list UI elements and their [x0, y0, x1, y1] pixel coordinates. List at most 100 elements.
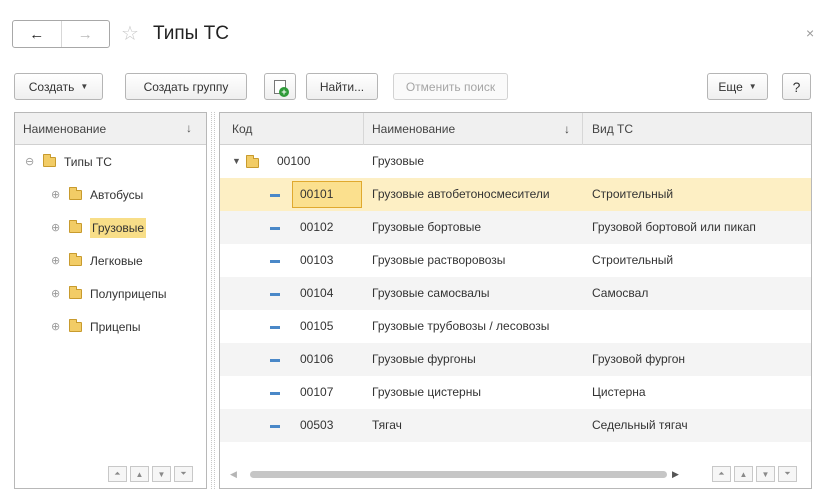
tree-header-label: Наименование — [23, 121, 107, 136]
expand-icon[interactable]: ⊕ — [51, 221, 65, 234]
chevron-down-icon: ▼ — [748, 82, 757, 91]
tree-item-semitrailers[interactable]: ⊕ Полуприцепы — [15, 277, 206, 310]
more-button[interactable]: Еще ▼ — [707, 73, 768, 100]
collapse-icon[interactable]: ⊖ — [25, 155, 39, 168]
item-icon — [270, 293, 280, 296]
expand-down-icon[interactable]: ▼ — [232, 156, 241, 166]
scroll-top-icon[interactable]: ⏶ — [712, 466, 731, 482]
create-button-label: Создать — [28, 79, 75, 94]
scroll-down-icon[interactable]: ▼ — [152, 466, 171, 482]
table-scroll-buttons: ⏶ ▲ ▼ ⏷ — [712, 466, 797, 482]
help-button[interactable]: ? — [782, 73, 811, 100]
horizontal-scrollbar[interactable] — [250, 471, 667, 478]
row-code: 00106 — [300, 352, 334, 366]
expand-icon[interactable]: ⊕ — [51, 188, 65, 201]
scroll-bottom-icon[interactable]: ⏷ — [778, 466, 797, 482]
item-icon — [270, 359, 280, 362]
chevron-down-icon: ▼ — [80, 82, 89, 91]
table-row[interactable]: 00103 Грузовые растворовозы Строительный — [220, 244, 811, 277]
row-name: Грузовые автобетоносмесители — [372, 187, 550, 201]
table-row[interactable]: 00102 Грузовые бортовые Грузовой бортово… — [220, 211, 811, 244]
scroll-bottom-icon[interactable]: ⏷ — [174, 466, 193, 482]
panel-splitter[interactable] — [211, 112, 215, 489]
row-kind: Грузовой фургон — [592, 352, 686, 366]
document-add-icon: + — [274, 79, 289, 97]
tree-item-cars[interactable]: ⊕ Легковые — [15, 244, 206, 277]
item-icon — [270, 227, 280, 230]
more-button-label: Еще — [718, 79, 743, 94]
item-icon — [270, 326, 280, 329]
sort-down-icon: ↓ — [564, 122, 570, 136]
row-name: Грузовые самосвалы — [372, 286, 490, 300]
table-row[interactable]: 00104 Грузовые самосвалы Самосвал — [220, 277, 811, 310]
cancel-search-button[interactable]: Отменить поиск — [393, 73, 508, 100]
folder-icon — [246, 155, 259, 168]
find-button[interactable]: Найти... — [306, 73, 378, 100]
back-arrow-icon[interactable]: ← — [13, 21, 62, 47]
item-icon — [270, 194, 280, 197]
tree-item-trucks[interactable]: ⊕ Грузовые — [15, 211, 206, 244]
expand-icon[interactable]: ⊕ — [51, 254, 65, 267]
create-group-button[interactable]: Создать группу — [125, 73, 247, 100]
column-header-code[interactable]: Код — [232, 122, 252, 136]
table-row[interactable]: 00105 Грузовые трубовозы / лесовозы — [220, 310, 811, 343]
table-row[interactable]: 00101 Грузовые автобетоносмесители Строи… — [220, 178, 811, 211]
sort-down-icon: ↓ — [186, 121, 192, 135]
tree-item-buses[interactable]: ⊕ Автобусы — [15, 178, 206, 211]
folder-icon — [69, 219, 82, 233]
tree-root-label: Типы ТС — [64, 154, 112, 169]
add-copy-button[interactable]: + — [264, 73, 296, 100]
forward-arrow-icon[interactable]: → — [62, 21, 110, 47]
row-kind: Грузовой бортовой или пикап — [592, 220, 756, 234]
tree-scroll-buttons: ⏶ ▲ ▼ ⏷ — [108, 466, 193, 482]
column-header-name[interactable]: Наименование — [372, 122, 455, 136]
tree-item-label: Автобусы — [90, 187, 144, 202]
scroll-right-icon[interactable]: ▶ — [672, 469, 679, 480]
scroll-left-icon[interactable]: ◀ — [230, 469, 237, 480]
table-group-row[interactable]: ▼ 00100 Грузовые — [220, 145, 811, 178]
expand-icon[interactable]: ⊕ — [51, 320, 65, 333]
row-kind: Строительный — [592, 187, 674, 201]
item-icon — [270, 392, 280, 395]
window: ← → ☆ Типы ТС × Создать ▼ Создать группу… — [0, 0, 818, 495]
create-button[interactable]: Создать ▼ — [14, 73, 103, 100]
page-title: Типы ТС — [153, 23, 229, 44]
table-row[interactable]: 00107 Грузовые цистерны Цистерна — [220, 376, 811, 409]
tree-root[interactable]: ⊖ Типы ТС — [15, 145, 206, 178]
row-name: Грузовые фургоны — [372, 352, 476, 366]
folder-icon — [69, 285, 82, 299]
tree-item-label: Прицепы — [90, 319, 141, 334]
folder-icon — [69, 186, 82, 200]
row-name: Грузовые трубовозы / лесовозы — [372, 319, 550, 333]
folder-icon — [43, 153, 56, 167]
column-header-kind[interactable]: Вид ТС — [592, 122, 633, 136]
row-code: 00107 — [300, 385, 334, 399]
row-code: 00105 — [300, 319, 334, 333]
scroll-down-icon[interactable]: ▼ — [756, 466, 775, 482]
tree-item-trailers[interactable]: ⊕ Прицепы — [15, 310, 206, 343]
scroll-up-icon[interactable]: ▲ — [734, 466, 753, 482]
group-code: 00100 — [277, 154, 311, 168]
table-row[interactable]: 00106 Грузовые фургоны Грузовой фургон — [220, 343, 811, 376]
row-code: 00104 — [300, 286, 334, 300]
star-icon[interactable]: ☆ — [121, 22, 139, 46]
items-table: Код Наименование ↓ Вид ТС ▼ 00100 Грузов… — [219, 112, 812, 489]
row-code: 00101 — [300, 187, 334, 201]
scroll-top-icon[interactable]: ⏶ — [108, 466, 127, 482]
group-tree: Наименование ↓ ⊖ Типы ТС ⊕ Автобусы ⊕ Гр… — [14, 112, 207, 489]
close-icon[interactable]: × — [806, 26, 814, 40]
folder-icon — [69, 318, 82, 332]
row-code: 00503 — [300, 418, 334, 432]
row-name: Грузовые растворовозы — [372, 253, 506, 267]
expand-icon[interactable]: ⊕ — [51, 287, 65, 300]
group-name: Грузовые — [372, 154, 425, 168]
tree-header[interactable]: Наименование ↓ — [15, 113, 206, 145]
row-name: Грузовые бортовые — [372, 220, 482, 234]
item-icon — [270, 425, 280, 428]
table-header: Код Наименование ↓ Вид ТС — [220, 113, 811, 145]
table-row[interactable]: 00503 Тягач Седельный тягач — [220, 409, 811, 442]
row-kind: Строительный — [592, 253, 674, 267]
row-code: 00102 — [300, 220, 334, 234]
scroll-up-icon[interactable]: ▲ — [130, 466, 149, 482]
item-icon — [270, 260, 280, 263]
